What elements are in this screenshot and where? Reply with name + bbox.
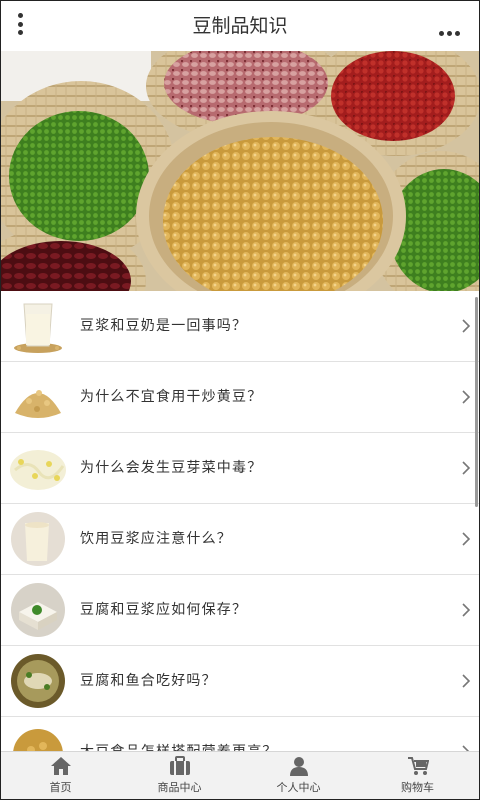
chevron-right-icon xyxy=(462,532,471,546)
beans-banner-image[interactable] xyxy=(1,51,479,291)
bag-icon xyxy=(169,756,190,775)
fish-tofu-dish-icon xyxy=(9,653,67,709)
list-item[interactable]: 豆腐和鱼合吃好吗？ xyxy=(1,646,479,717)
soybean-food-icon xyxy=(9,724,67,751)
list-scrollbar[interactable] xyxy=(475,297,478,507)
list-item[interactable]: 豆浆和豆奶是一回事吗？ xyxy=(1,291,479,362)
tab-label: 个人中心 xyxy=(276,781,321,794)
article-title: 为什么会发生豆芽菜中毒？ xyxy=(80,460,263,476)
chevron-right-icon xyxy=(462,390,471,404)
user-icon xyxy=(289,757,308,776)
list-item[interactable]: 为什么不宜食用干炒黄豆？ xyxy=(1,362,479,433)
soy-milk-jug-icon xyxy=(9,511,67,567)
tab-products[interactable]: 商品中心 xyxy=(120,752,239,799)
bottom-tab-bar: 首页 商品中心 个人中心 购物车 xyxy=(1,751,479,799)
tab-home[interactable]: 首页 xyxy=(1,752,120,799)
top-bar: 豆制品知识 xyxy=(1,1,479,52)
tab-label: 购物车 xyxy=(401,781,434,794)
list-item[interactable]: 豆腐和豆浆应如何保存？ xyxy=(1,575,479,646)
app-frame: 豆制品知识 豆浆和豆奶是一回事吗？ 为什么不宜食用干炒黄豆？ 为什么会发生豆芽菜… xyxy=(0,0,480,800)
article-title: 为什么不宜食用干炒黄豆？ xyxy=(80,389,263,405)
article-title: 饮用豆浆应注意什么？ xyxy=(80,531,232,547)
tofu-block-icon xyxy=(9,582,67,638)
chevron-right-icon xyxy=(462,603,471,617)
cart-icon xyxy=(407,757,429,775)
article-title: 大豆食品怎样搭配营养更高？ xyxy=(80,717,278,751)
list-item[interactable]: 大豆食品怎样搭配营养更高？ xyxy=(1,717,479,751)
article-title: 豆腐和鱼合吃好吗？ xyxy=(80,673,217,689)
article-title: 豆腐和豆浆应如何保存？ xyxy=(80,602,248,618)
soybeans-pile-icon xyxy=(9,369,67,425)
list-item[interactable]: 为什么会发生豆芽菜中毒？ xyxy=(1,433,479,504)
beans-banner-illustration xyxy=(1,51,479,291)
article-list: 豆浆和豆奶是一回事吗？ 为什么不宜食用干炒黄豆？ 为什么会发生豆芽菜中毒？ 饮用… xyxy=(1,291,479,751)
article-title: 豆浆和豆奶是一回事吗？ xyxy=(80,318,248,334)
tab-label: 首页 xyxy=(49,781,72,794)
chevron-right-icon xyxy=(462,674,471,688)
tab-profile[interactable]: 个人中心 xyxy=(239,752,358,799)
chevron-right-icon xyxy=(462,319,471,333)
soy-milk-glass-icon xyxy=(9,298,67,354)
tab-label: 商品中心 xyxy=(157,781,202,794)
tab-cart[interactable]: 购物车 xyxy=(358,752,477,799)
horizontal-dots-icon[interactable] xyxy=(439,21,465,36)
page-title: 豆制品知识 xyxy=(192,15,288,37)
chevron-right-icon xyxy=(462,461,471,475)
home-icon xyxy=(50,757,71,775)
bean-sprouts-icon xyxy=(9,440,67,496)
list-item[interactable]: 饮用豆浆应注意什么？ xyxy=(1,504,479,575)
